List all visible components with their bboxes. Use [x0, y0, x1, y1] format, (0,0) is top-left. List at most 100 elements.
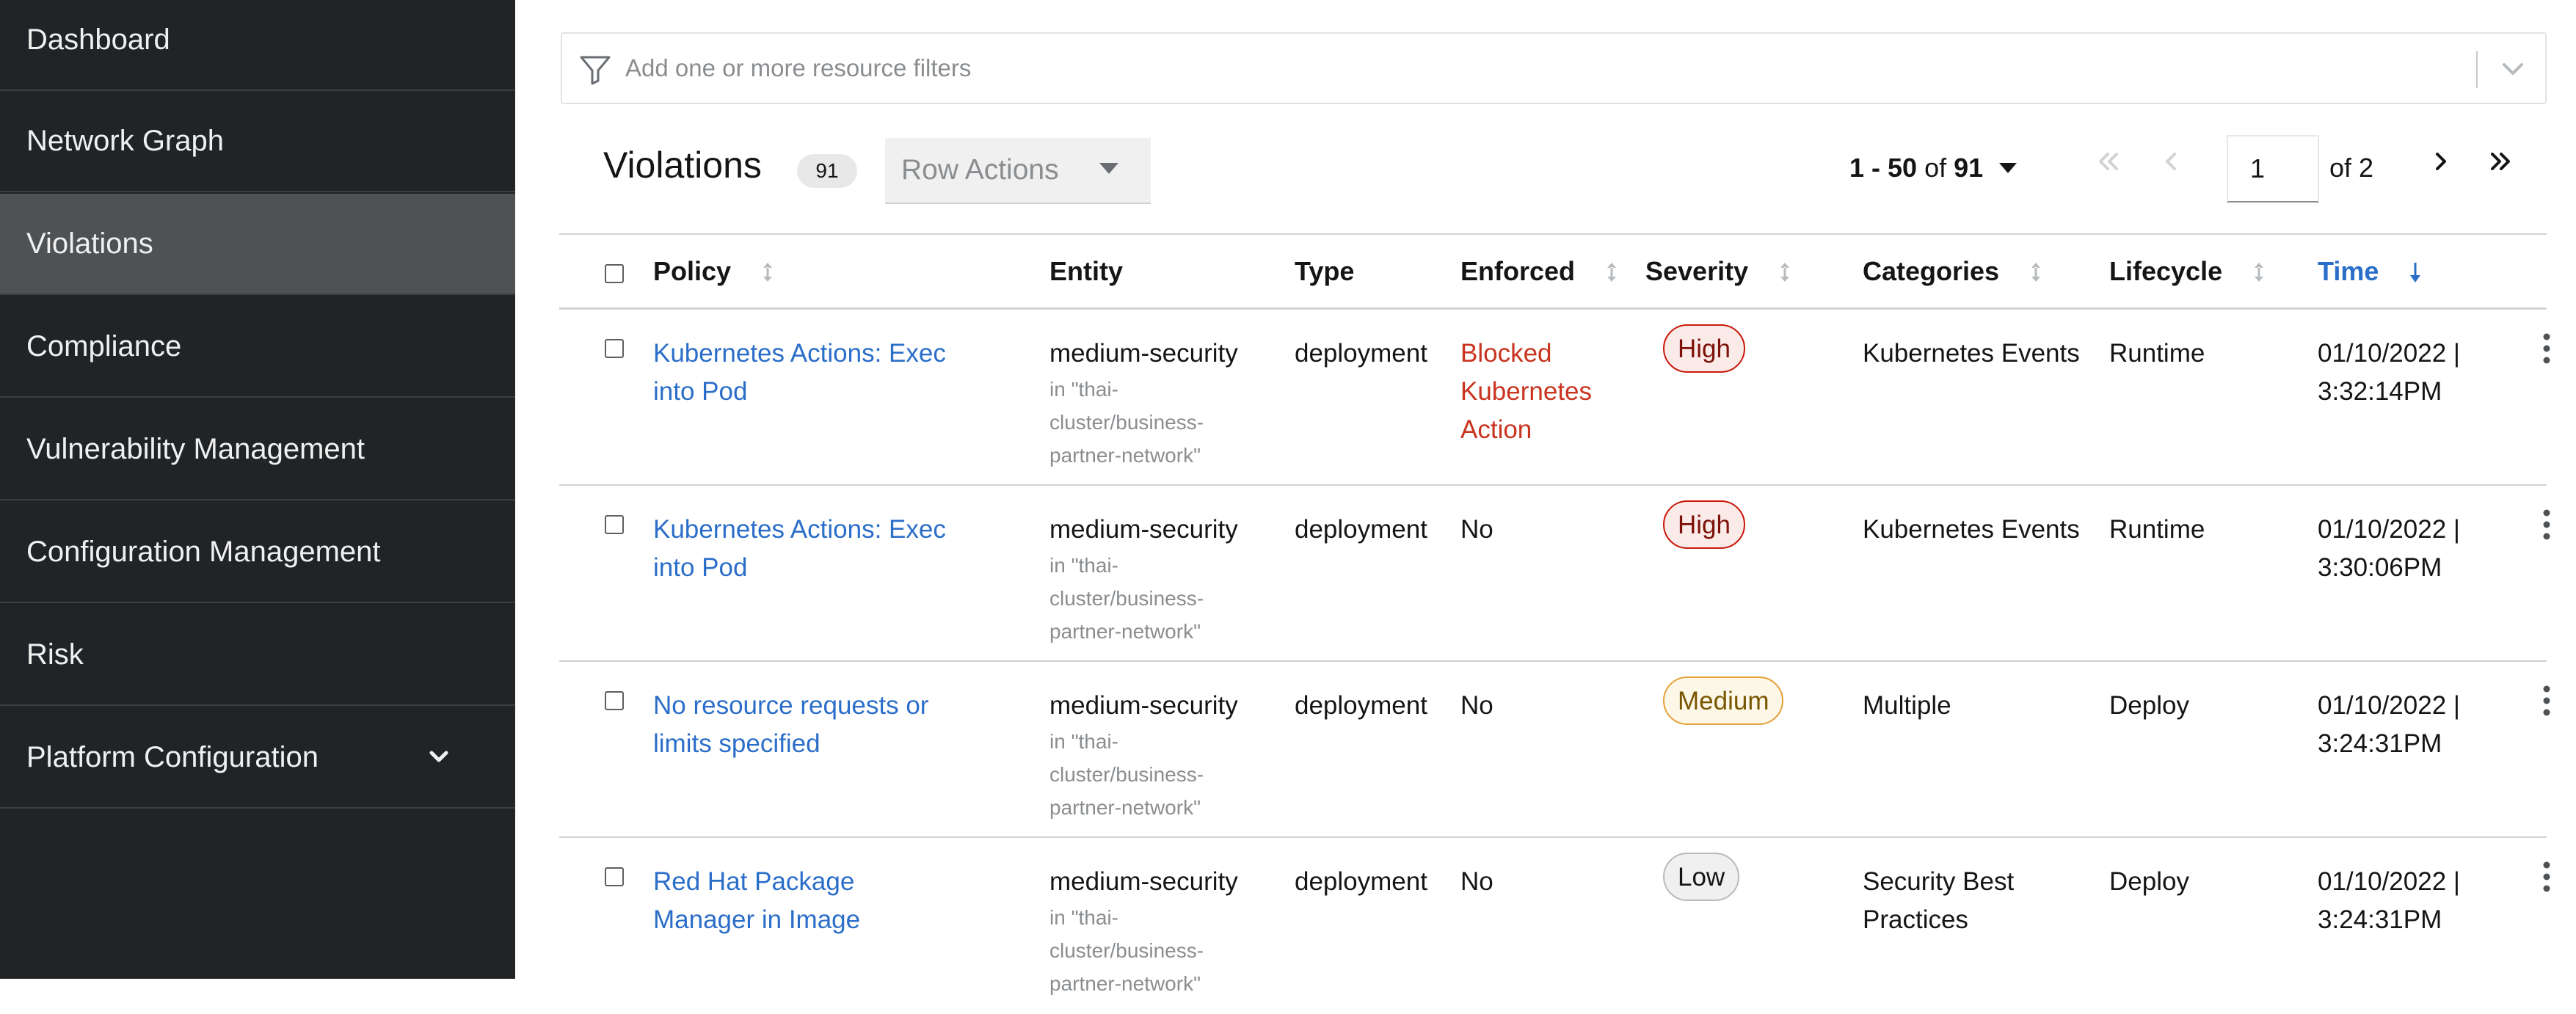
caret-down-icon[interactable]	[1999, 163, 2017, 173]
sidebar-item-network-graph[interactable]: Network Graph	[0, 91, 515, 192]
sidebar-item-label: Platform Configuration	[26, 740, 319, 773]
categories-cell: Kubernetes Events	[1863, 515, 2080, 544]
severity-badge: Medium	[1663, 676, 1784, 725]
filter-icon	[580, 56, 611, 85]
enforced-cell: No	[1460, 867, 1493, 896]
row-checkbox[interactable]	[605, 515, 624, 534]
sidebar-item-dashboard[interactable]: Dashboard	[0, 0, 515, 91]
sort-icon[interactable]	[1604, 261, 1619, 283]
page-number-input[interactable]: 1	[2227, 135, 2319, 203]
lifecycle-cell: Deploy	[2109, 691, 2189, 720]
violations-count-badge: 91	[797, 154, 857, 188]
categories-cell: Kubernetes Events	[1863, 339, 2080, 368]
resource-filter-bar[interactable]: Add one or more resource filters	[561, 32, 2547, 104]
sidebar-item-label: Compliance	[26, 329, 182, 362]
sidebar-item-label: Vulnerability Management	[26, 432, 365, 465]
first-page-icon[interactable]	[2093, 147, 2122, 176]
entity-name: medium-security	[1049, 515, 1238, 544]
type-cell: deployment	[1295, 339, 1427, 368]
enforced-cell: Blocked Kubernetes Action	[1460, 339, 1593, 444]
row-checkbox[interactable]	[605, 867, 624, 886]
range-text: 1 - 50	[1849, 153, 1918, 183]
row-checkbox[interactable]	[605, 339, 624, 358]
lifecycle-cell: Deploy	[2109, 867, 2189, 896]
entity-cell: medium-security in "thai-cluster/busines…	[1049, 863, 1284, 1000]
table-row[interactable]: No resource requests or limits specified…	[559, 662, 2550, 838]
entity-namespace: in "thai-cluster/business-partner-networ…	[1049, 730, 1204, 819]
table-header: Policy Entity Type Enforced Severity Cat…	[559, 233, 2547, 310]
policy-link[interactable]: Kubernetes Actions: Exec into Pod	[653, 335, 961, 411]
last-page-icon[interactable]	[2486, 147, 2516, 176]
entity-namespace: in "thai-cluster/business-partner-networ…	[1049, 554, 1204, 643]
sidebar: Dashboard Network Graph Violations Compl…	[0, 0, 515, 979]
column-header-time[interactable]: Time	[2318, 235, 2379, 308]
next-page-icon[interactable]	[2426, 147, 2456, 176]
divider	[2476, 51, 2478, 88]
lifecycle-cell: Runtime	[2109, 515, 2205, 544]
lifecycle-cell: Runtime	[2109, 339, 2205, 368]
column-header-severity[interactable]: Severity	[1645, 235, 1748, 308]
row-actions-dropdown[interactable]: Row Actions	[885, 138, 1151, 204]
row-actions-label: Row Actions	[901, 154, 1059, 186]
column-header-enforced[interactable]: Enforced	[1460, 235, 1575, 308]
sidebar-item-violations[interactable]: Violations	[0, 194, 515, 295]
entity-name: medium-security	[1049, 867, 1238, 896]
main-content: Add one or more resource filters Violati…	[515, 0, 2576, 995]
sort-icon[interactable]	[760, 261, 775, 283]
categories-cell: Security Best Practices	[1863, 867, 2015, 934]
sidebar-item-compliance[interactable]: Compliance	[0, 296, 515, 398]
row-checkbox[interactable]	[605, 691, 624, 710]
sort-descending-icon[interactable]	[2408, 261, 2423, 283]
sort-icon[interactable]	[1778, 261, 1792, 283]
enforced-cell: No	[1460, 691, 1493, 720]
severity-badge: High	[1663, 324, 1745, 373]
categories-cell: Multiple	[1863, 691, 1951, 720]
policy-link[interactable]: Kubernetes Actions: Exec into Pod	[653, 511, 961, 587]
kebab-menu-icon[interactable]	[2539, 858, 2554, 895]
table-row[interactable]: Kubernetes Actions: Exec into Pod medium…	[559, 486, 2550, 662]
page-count: of 2	[2329, 153, 2374, 183]
kebab-menu-icon[interactable]	[2539, 682, 2554, 719]
kebab-menu-icon[interactable]	[2539, 330, 2554, 367]
entity-namespace: in "thai-cluster/business-partner-networ…	[1049, 906, 1204, 995]
type-cell: deployment	[1295, 867, 1427, 896]
sidebar-item-platform-configuration[interactable]: Platform Configuration	[0, 707, 515, 809]
sort-icon[interactable]	[2252, 261, 2266, 283]
sidebar-item-label: Network Graph	[26, 124, 224, 157]
caret-down-icon	[1099, 163, 1118, 174]
column-header-policy[interactable]: Policy	[653, 235, 731, 308]
of-text: of	[1924, 153, 1947, 183]
sidebar-item-configuration-management[interactable]: Configuration Management	[0, 502, 515, 603]
time-cell: 01/10/2022 | 3:30:06PM	[2318, 515, 2460, 582]
entity-cell: medium-security in "thai-cluster/busines…	[1049, 335, 1284, 472]
entity-namespace: in "thai-cluster/business-partner-networ…	[1049, 378, 1204, 467]
sidebar-item-label: Configuration Management	[26, 535, 381, 568]
sidebar-item-label: Violations	[26, 227, 153, 260]
entity-name: medium-security	[1049, 339, 1238, 368]
table-row[interactable]: Red Hat Package Manager in Image medium-…	[559, 838, 2550, 1014]
previous-page-icon[interactable]	[2156, 147, 2186, 176]
policy-link[interactable]: No resource requests or limits specified	[653, 687, 961, 763]
entity-cell: medium-security in "thai-cluster/busines…	[1049, 687, 1284, 824]
sort-icon[interactable]	[2029, 261, 2043, 283]
time-cell: 01/10/2022 | 3:32:14PM	[2318, 339, 2460, 406]
chevron-down-icon[interactable]	[426, 744, 452, 770]
column-header-lifecycle[interactable]: Lifecycle	[2109, 235, 2222, 308]
table-row[interactable]: Kubernetes Actions: Exec into Pod medium…	[559, 310, 2550, 486]
policy-link[interactable]: Red Hat Package Manager in Image	[653, 863, 961, 939]
column-header-type: Type	[1295, 256, 1355, 286]
kebab-menu-icon[interactable]	[2539, 506, 2554, 543]
sidebar-item-label: Dashboard	[26, 23, 170, 56]
time-cell: 01/10/2022 | 3:24:31PM	[2318, 691, 2460, 758]
select-all-checkbox[interactable]	[605, 264, 624, 283]
chevron-down-icon[interactable]	[2498, 54, 2528, 84]
severity-badge: Low	[1663, 853, 1740, 901]
pagination-range[interactable]: 1 - 50 of 91	[1849, 153, 1983, 183]
sidebar-item-vulnerability-management[interactable]: Vulnerability Management	[0, 399, 515, 500]
total-text: 91	[1954, 153, 1984, 183]
filter-placeholder: Add one or more resource filters	[625, 54, 972, 81]
sidebar-item-risk[interactable]: Risk	[0, 605, 515, 706]
column-header-categories[interactable]: Categories	[1863, 235, 1999, 308]
type-cell: deployment	[1295, 691, 1427, 720]
entity-name: medium-security	[1049, 691, 1238, 720]
